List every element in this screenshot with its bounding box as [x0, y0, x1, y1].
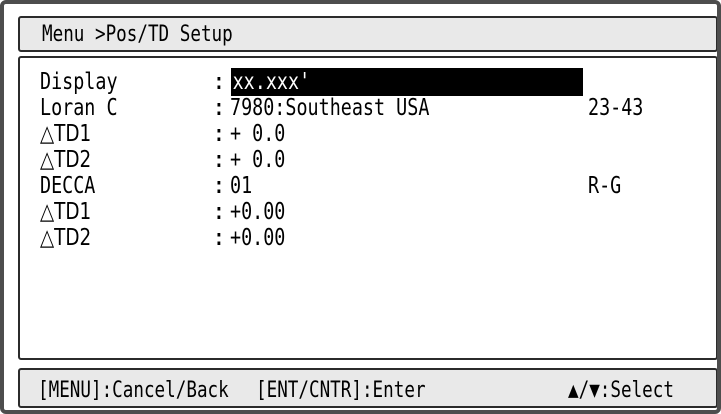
separator: : [212, 69, 226, 95]
setting-value[interactable]: + 0.0 [230, 120, 285, 148]
setting-value[interactable]: +0.00 [230, 224, 285, 252]
hint-cancel-back: [MENU]:Cancel/Back [38, 378, 229, 403]
separator: : [212, 225, 226, 251]
setting-extra: 23-43 [588, 95, 644, 121]
hint-enter: [ENT/CNTR]:Enter [256, 378, 426, 403]
setting-label: △TD1 [40, 121, 92, 147]
setting-row-display[interactable]: Display : xx.xxx' [40, 68, 700, 96]
setting-label: Display [40, 69, 118, 95]
key-hint-bar: [MENU]:Cancel/Back [ENT/CNTR]:Enter ▲/▼:… [18, 368, 717, 408]
setting-row-loran-td2[interactable]: △TD2 : + 0.0 [40, 146, 700, 174]
setting-label: Loran C [40, 95, 118, 121]
menu-screen: Menu >Pos/TD Setup Display : xx.xxx' Lor… [0, 0, 721, 414]
setting-value[interactable]: 7980:Southeast USA [230, 94, 429, 122]
setting-label: △TD2 [40, 225, 92, 251]
separator: : [212, 95, 226, 121]
setting-value-selected[interactable]: xx.xxx' [231, 68, 583, 96]
setting-label: △TD1 [40, 199, 92, 225]
setting-row-decca[interactable]: DECCA : 01 R-G [40, 172, 700, 200]
menu-breadcrumb: Menu >Pos/TD Setup [42, 22, 233, 47]
setting-value[interactable]: + 0.0 [230, 146, 285, 174]
separator: : [212, 173, 226, 199]
setting-row-decca-td1[interactable]: △TD1 : +0.00 [40, 198, 700, 226]
setting-value[interactable]: 01 [230, 172, 252, 200]
setting-label: △TD2 [40, 147, 92, 173]
separator: : [212, 199, 226, 225]
setting-row-loran-c[interactable]: Loran C : 7980:Southeast USA 23-43 [40, 94, 700, 122]
setting-extra: R-G [588, 173, 622, 199]
hint-select: ▲/▼:Select [568, 378, 674, 403]
title-bar: Menu >Pos/TD Setup [18, 16, 717, 52]
setting-label: DECCA [40, 173, 96, 199]
setting-row-loran-td1[interactable]: △TD1 : + 0.0 [40, 120, 700, 148]
settings-list: Display : xx.xxx' Loran C : 7980:Southea… [18, 56, 717, 360]
setting-row-decca-td2[interactable]: △TD2 : +0.00 [40, 224, 700, 252]
separator: : [212, 121, 226, 147]
separator: : [212, 147, 226, 173]
setting-value[interactable]: +0.00 [230, 198, 285, 226]
